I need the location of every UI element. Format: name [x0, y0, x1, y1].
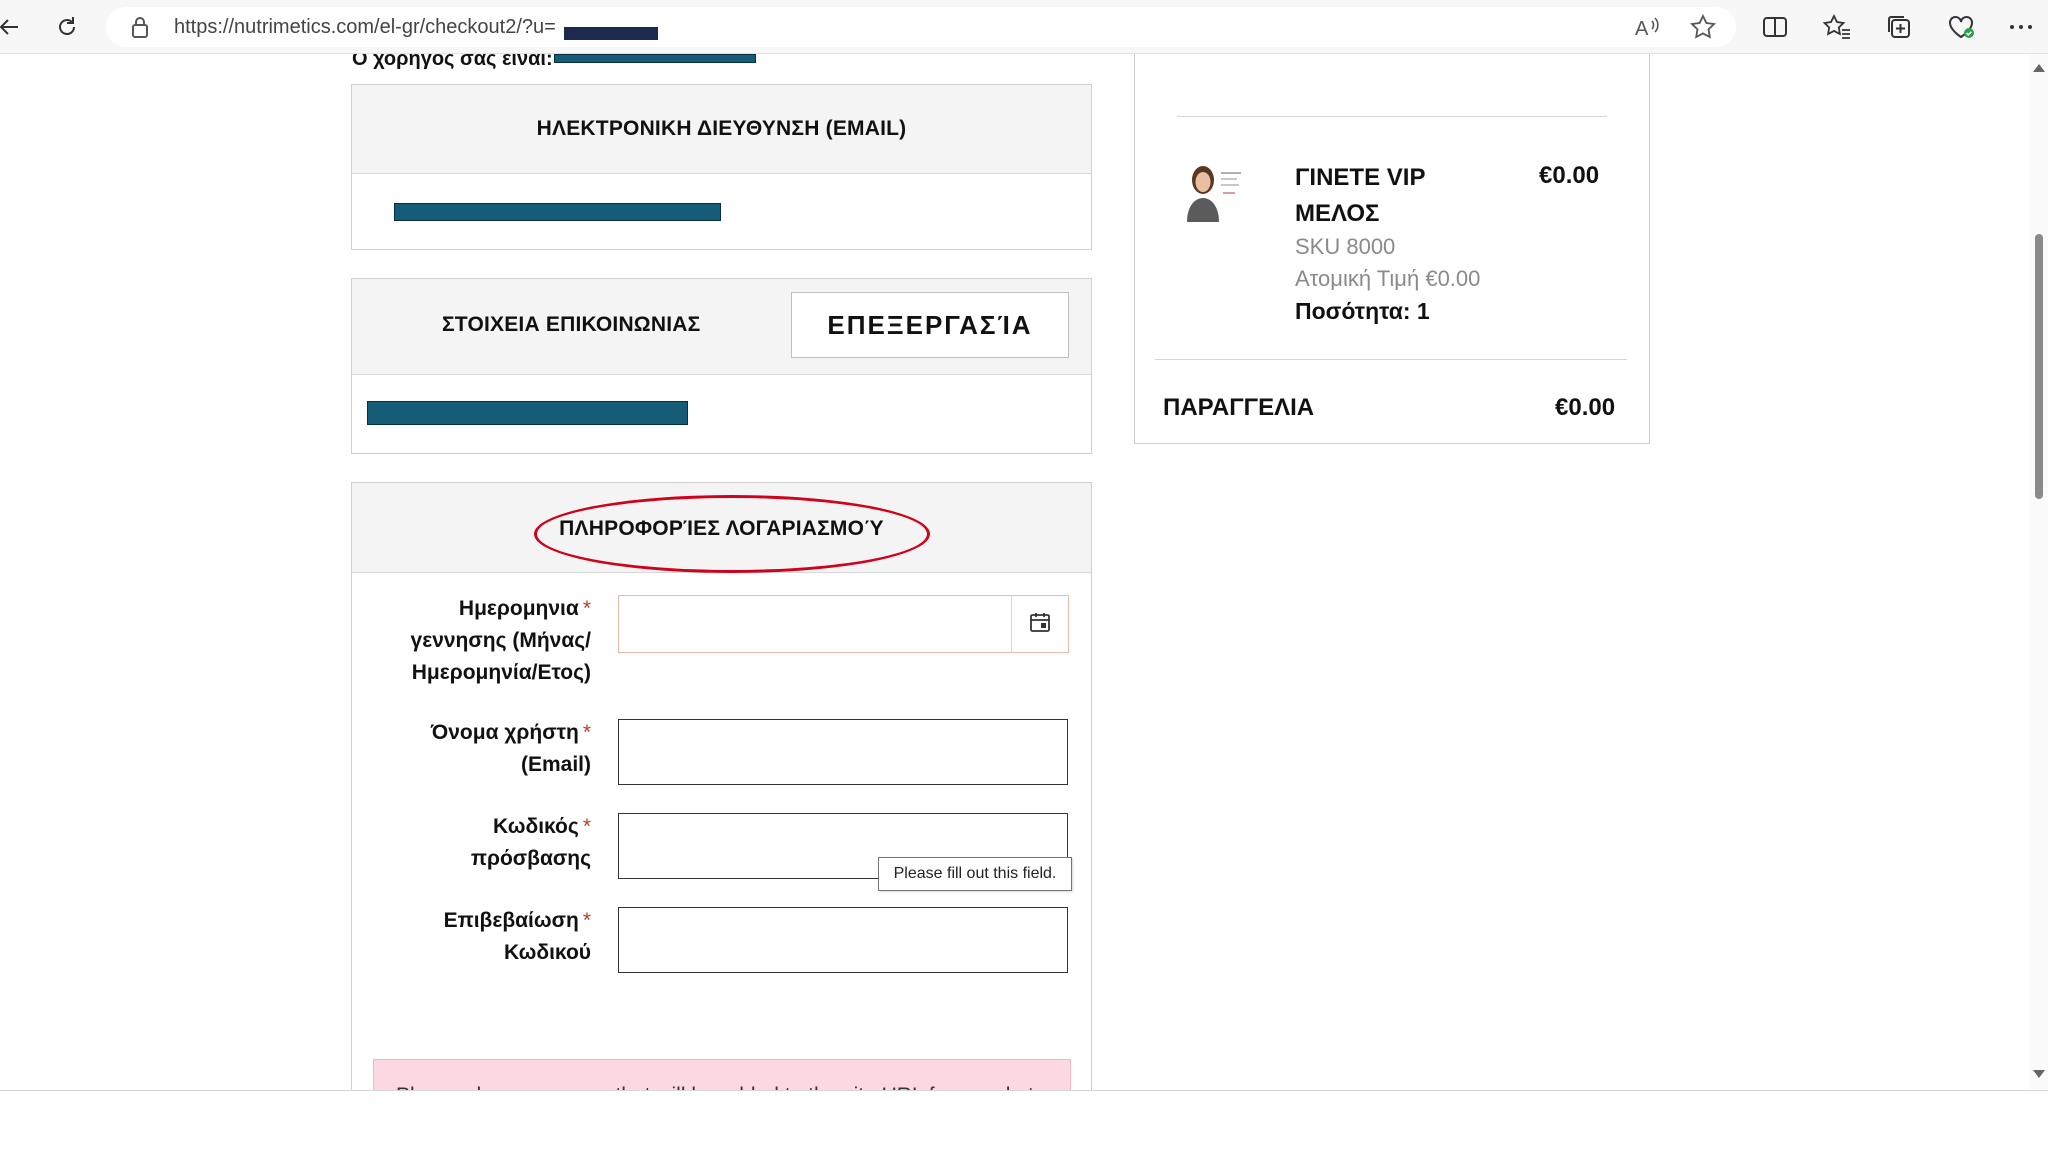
account-panel: ΠΛΗΡΟΦΟΡΊΕΣ ΛΟΓΑΡΙΑΣΜΟΎ Ημερομηνια * γενν… — [351, 482, 1092, 1090]
validation-tooltip: Please fill out this field. — [878, 857, 1072, 891]
account-panel-header: ΠΛΗΡΟΦΟΡΊΕΣ ΛΟΓΑΡΙΑΣΜΟΎ — [352, 483, 1091, 573]
order-total-value: €0.00 — [1555, 394, 1616, 421]
username-label: Όνομα χρήστη * (Email) — [430, 721, 591, 776]
contact-section-title: ΣΤΟΙΧΕΙΑ ΕΠΙΚΟΙΝΩΝΙΑΣ — [442, 313, 701, 336]
read-aloud-icon[interactable]: A — [1632, 12, 1662, 42]
required-asterisk: * — [582, 815, 591, 838]
refresh-icon[interactable] — [52, 12, 82, 42]
page-viewport: Ο χορηγός σας είναι: ΗΛΕΚΤΡΟΝΙΚΗ ΔΙΕΥΘΥΝ… — [0, 54, 2030, 1090]
edit-contact-button[interactable]: ΕΠΕΞΕΡΓΑΣΊΑ — [791, 292, 1069, 358]
browser-toolbar: https://nutrimetics.com/el-gr/checkout2/… — [0, 0, 2048, 54]
calendar-button[interactable] — [1011, 595, 1069, 653]
more-icon[interactable] — [2006, 12, 2036, 42]
product-name: ΓΙΝΕΤΕ VIP ΜΕΛΟΣ — [1295, 164, 1426, 227]
scrollbar-thumb[interactable] — [2035, 234, 2043, 499]
order-total-label: ΠΑΡΑΓΓΕΛΙΑ — [1163, 394, 1315, 421]
favorite-star-icon[interactable] — [1688, 12, 1718, 42]
product-sku: SKU 8000 — [1295, 234, 1396, 259]
bottom-strip — [0, 1090, 2048, 1152]
email-redaction — [394, 203, 721, 221]
birthdate-label: Ημερομηνια * γεννησης (Μήνας/ Ημερομηνία/… — [410, 597, 591, 684]
browser-essentials-icon[interactable] — [1946, 12, 1976, 42]
contact-panel-header: ΣΤΟΙΧΕΙΑ ΕΠΙΚΟΙΝΩΝΙΑΣ ΕΠΕΞΕΡΓΑΣΊΑ — [352, 279, 1091, 375]
divider — [1155, 359, 1627, 360]
username-input[interactable] — [618, 719, 1068, 785]
favorites-icon[interactable] — [1822, 12, 1852, 42]
password-label: Κωδικός * πρόσβασης — [470, 815, 591, 870]
quantity: Ποσότητα: 1 — [1295, 298, 1430, 324]
lock-icon[interactable] — [130, 15, 150, 44]
vertical-scrollbar[interactable] — [2030, 54, 2048, 1090]
site-url-info-box: Please choose a name that will be added … — [373, 1059, 1071, 1090]
svg-text:A: A — [1635, 18, 1649, 39]
product-thumbnail — [1183, 158, 1245, 222]
scroll-down-icon[interactable] — [2033, 1070, 2045, 1078]
divider — [1177, 116, 1607, 117]
required-asterisk: * — [582, 721, 591, 744]
annotation-ellipse — [534, 495, 930, 573]
collections-icon[interactable] — [1884, 12, 1914, 42]
url-text[interactable]: https://nutrimetics.com/el-gr/checkout2/… — [174, 16, 556, 39]
sponsor-text: Ο χορηγός σας είναι: — [352, 54, 553, 70]
calendar-icon — [1029, 611, 1051, 638]
contact-panel: ΣΤΟΙΧΕΙΑ ΕΠΙΚΟΙΝΩΝΙΑΣ ΕΠΕΞΕΡΓΑΣΊΑ — [351, 278, 1092, 454]
split-screen-icon[interactable] — [1760, 12, 1790, 42]
url-redaction — [564, 27, 658, 40]
confirm-password-input[interactable] — [618, 907, 1068, 973]
back-icon[interactable] — [0, 12, 24, 42]
contact-redaction — [367, 401, 688, 425]
email-panel-header: ΗΛΕΚΤΡΟΝΙΚΗ ΔΙΕΥΘΥΝΣΗ (EMAIL) — [352, 85, 1091, 174]
email-section-title: ΗΛΕΚΤΡΟΝΙΚΗ ΔΙΕΥΘΥΝΣΗ (EMAIL) — [536, 117, 907, 140]
required-asterisk: * — [582, 597, 591, 620]
scroll-up-icon[interactable] — [2033, 64, 2045, 72]
order-summary: ΓΙΝΕΤΕ VIP ΜΕΛΟΣ €0.00 SKU 8000 Ατομική … — [1134, 54, 1650, 444]
birthdate-input[interactable] — [618, 595, 1012, 653]
confirm-password-label: Επιβεβαίωση * Κωδικού — [443, 909, 591, 964]
address-bar[interactable]: https://nutrimetics.com/el-gr/checkout2/… — [106, 7, 1736, 47]
product-price: €0.00 — [1539, 162, 1600, 189]
sponsor-redaction — [554, 54, 756, 63]
required-asterisk: * — [582, 909, 591, 932]
unit-price: Ατομική Τιμή €0.00 — [1295, 266, 1481, 291]
email-panel: ΗΛΕΚΤΡΟΝΙΚΗ ΔΙΕΥΘΥΝΣΗ (EMAIL) — [351, 84, 1092, 250]
